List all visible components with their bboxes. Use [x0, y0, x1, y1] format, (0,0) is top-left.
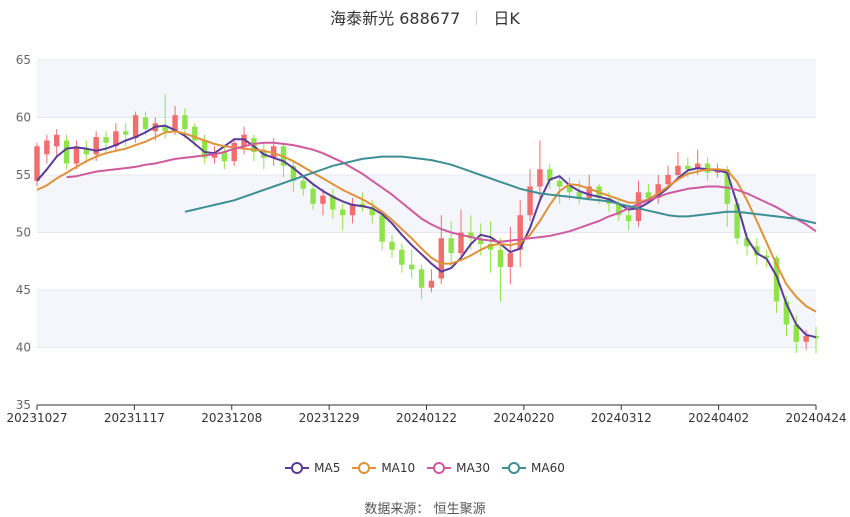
- y-tick-label: 40: [16, 341, 31, 355]
- plot-bands: [37, 60, 816, 348]
- legend-marker: [427, 462, 452, 474]
- candle-body: [182, 115, 188, 129]
- y-tick-label: 45: [16, 283, 31, 297]
- candle-body: [428, 280, 435, 288]
- legend-marker: [352, 462, 377, 474]
- legend-item-ma10[interactable]: MA10: [352, 461, 415, 475]
- candle-body: [132, 115, 139, 139]
- candle-body: [73, 146, 80, 164]
- candle-body: [685, 165, 691, 170]
- candle-body: [123, 131, 129, 135]
- x-axis: 20231027 20231117 20231208 20231229 20240122…: [6, 404, 847, 425]
- y-axis: 35 40 45 50 55 60 65: [16, 53, 31, 412]
- candle-body: [803, 336, 809, 342]
- legend-label: MA60: [531, 461, 565, 475]
- plot-band: [37, 175, 816, 233]
- candle-body: [389, 241, 395, 250]
- candle-body: [142, 117, 149, 129]
- candle-body: [231, 142, 237, 162]
- candle-body: [44, 140, 50, 155]
- candle-body: [399, 249, 405, 265]
- x-tick-label: 20240312: [591, 411, 652, 425]
- legend: MA5 MA10 MA30 MA60: [0, 458, 850, 475]
- candle-body: [497, 249, 504, 267]
- x-tick-label: 20231208: [201, 411, 262, 425]
- candle-body: [379, 215, 385, 242]
- legend-item-ma30[interactable]: MA30: [427, 461, 490, 475]
- candle-body: [300, 180, 306, 189]
- x-tick-label: 20231027: [6, 411, 67, 425]
- legend-item-ma5[interactable]: MA5: [285, 461, 340, 475]
- source-label: 数据来源：: [364, 502, 430, 517]
- candle-body: [54, 134, 60, 147]
- legend-item-ma60[interactable]: MA60: [502, 461, 565, 475]
- y-tick-label: 55: [16, 168, 31, 182]
- x-tick-label: 20240424: [785, 411, 846, 425]
- candle-body: [418, 269, 425, 288]
- candlestick-chart: 35404550556065 20231027 20231117 20231208 2…: [6, 53, 847, 425]
- y-tick-label: 50: [16, 226, 31, 240]
- x-tick-label: 20240402: [688, 411, 749, 425]
- plot-band: [37, 60, 816, 118]
- legend-label: MA5: [314, 461, 341, 475]
- candle-body: [675, 165, 681, 175]
- y-tick-label: 35: [16, 398, 31, 412]
- legend-marker: [502, 462, 527, 474]
- candle-body: [408, 264, 415, 270]
- x-tick-label: 20240122: [396, 411, 457, 425]
- legend-label: MA10: [381, 461, 416, 475]
- candle-body: [556, 180, 563, 187]
- candle-body: [537, 169, 543, 187]
- candle-body: [507, 253, 514, 267]
- x-tick-label: 20231229: [299, 411, 360, 425]
- candle-body: [34, 146, 40, 181]
- candle-body: [625, 215, 632, 221]
- candle-body: [665, 175, 671, 185]
- candle-body: [320, 195, 326, 204]
- candle-body: [103, 137, 109, 143]
- candle-body: [448, 238, 454, 254]
- plot-band: [37, 290, 816, 348]
- x-tick-label: 20231117: [104, 411, 165, 425]
- y-tick-label: 65: [16, 53, 31, 67]
- candle-body: [63, 140, 70, 164]
- y-tick-label: 60: [16, 111, 31, 125]
- x-tick-label: 20240220: [493, 411, 554, 425]
- data-source: 数据来源： 恒生聚源: [0, 498, 850, 517]
- legend-label: MA30: [456, 461, 491, 475]
- source-value: 恒生聚源: [433, 502, 486, 517]
- candle-body: [310, 188, 316, 204]
- candle-body: [339, 209, 346, 216]
- legend-marker: [285, 462, 310, 474]
